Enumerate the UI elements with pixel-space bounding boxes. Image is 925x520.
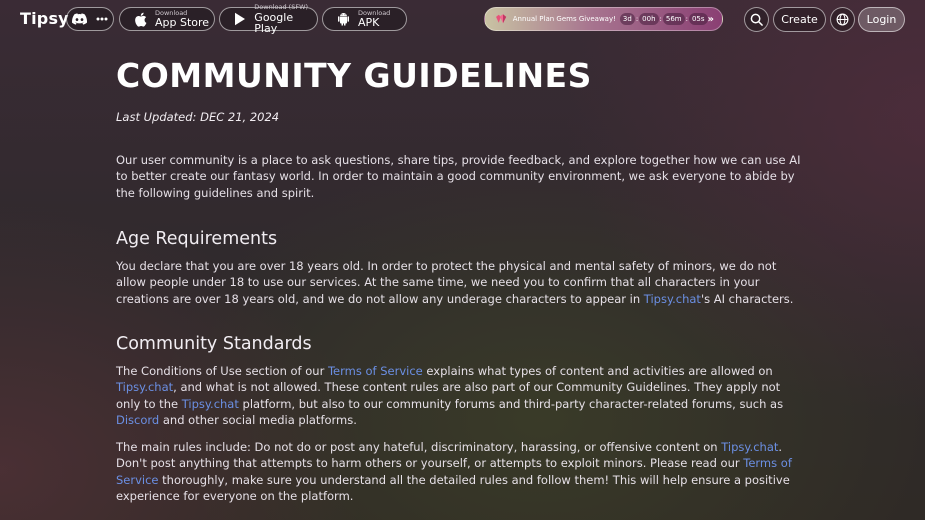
more-icon[interactable]	[96, 17, 108, 21]
promo-text: Annual Plan Gems Giveaway!	[512, 15, 616, 23]
terms-of-service-link[interactable]: Terms of Service	[328, 364, 423, 378]
discord-link[interactable]: Discord	[116, 413, 159, 427]
app-store-download-button[interactable]: Download App Store	[119, 7, 215, 31]
search-button[interactable]	[744, 7, 769, 32]
apk-label: APK	[358, 16, 380, 30]
search-icon	[750, 13, 763, 26]
countdown-timer: 3d : 00h : 56m : 05s	[619, 13, 708, 25]
text-part: explains what types of content and activ…	[422, 364, 773, 378]
text-part: The Conditions of Use section of our	[116, 364, 328, 378]
language-button[interactable]	[830, 7, 855, 32]
countdown-hours: 00h	[639, 13, 659, 25]
age-requirements-heading: Age Requirements	[116, 229, 278, 249]
age-text-part: 's AI characters.	[700, 291, 794, 306]
apk-download-button[interactable]: Download APK	[322, 7, 407, 31]
login-button[interactable]: Login	[858, 7, 905, 32]
globe-icon	[836, 13, 849, 26]
text-part: platform, but also to our community foru…	[238, 396, 784, 411]
apple-icon	[131, 10, 149, 28]
tipsy-chat-link[interactable]: Tipsy.chat	[116, 380, 173, 394]
community-standards-paragraph-1: The Conditions of Use section of our Ter…	[116, 363, 806, 428]
google-play-icon	[231, 10, 248, 28]
text-part: thoroughly, make sure you understand all…	[116, 472, 790, 503]
google-play-download-button[interactable]: Download (SFW) Google Play	[219, 3, 318, 35]
text-part: and other social media platforms.	[159, 412, 357, 427]
countdown-seconds: 05s	[688, 13, 708, 25]
tipsy-chat-link[interactable]: Tipsy.chat	[721, 440, 778, 454]
countdown-days: 3d	[619, 13, 635, 25]
intro-paragraph: Our user community is a place to ask que…	[116, 153, 801, 200]
gem-icon	[496, 14, 507, 24]
community-standards-heading: Community Standards	[116, 334, 312, 354]
discord-icon[interactable]	[71, 13, 87, 25]
top-navigation-bar: Tipsy Download App Store Download (SFW) …	[0, 0, 925, 38]
tipsy-logo[interactable]: Tipsy	[20, 9, 69, 28]
page-title: COMMUNITY GUIDELINES	[116, 56, 592, 95]
google-play-label: Google Play	[254, 10, 294, 35]
android-icon	[334, 10, 352, 28]
app-store-label: App Store	[155, 16, 210, 30]
tipsy-chat-link[interactable]: Tipsy.chat	[644, 292, 701, 306]
gems-giveaway-banner[interactable]: Annual Plan Gems Giveaway! 3d : 00h : 56…	[484, 7, 723, 31]
text-part: The main rules include: Do not do or pos…	[116, 440, 722, 454]
create-button[interactable]: Create	[773, 7, 826, 32]
tipsy-chat-link[interactable]: Tipsy.chat	[182, 397, 239, 411]
double-chevron-right-icon[interactable]: »	[708, 14, 714, 25]
age-requirements-paragraph: You declare that you are over 18 years o…	[116, 258, 806, 307]
last-updated: Last Updated: DEC 21, 2024	[116, 110, 280, 124]
community-standards-paragraph-2: The main rules include: Do not do or pos…	[116, 439, 806, 504]
countdown-minutes: 56m	[662, 13, 685, 25]
community-menu-pill[interactable]	[66, 7, 114, 31]
google-play-small-label: Download (SFW)	[254, 3, 309, 12]
